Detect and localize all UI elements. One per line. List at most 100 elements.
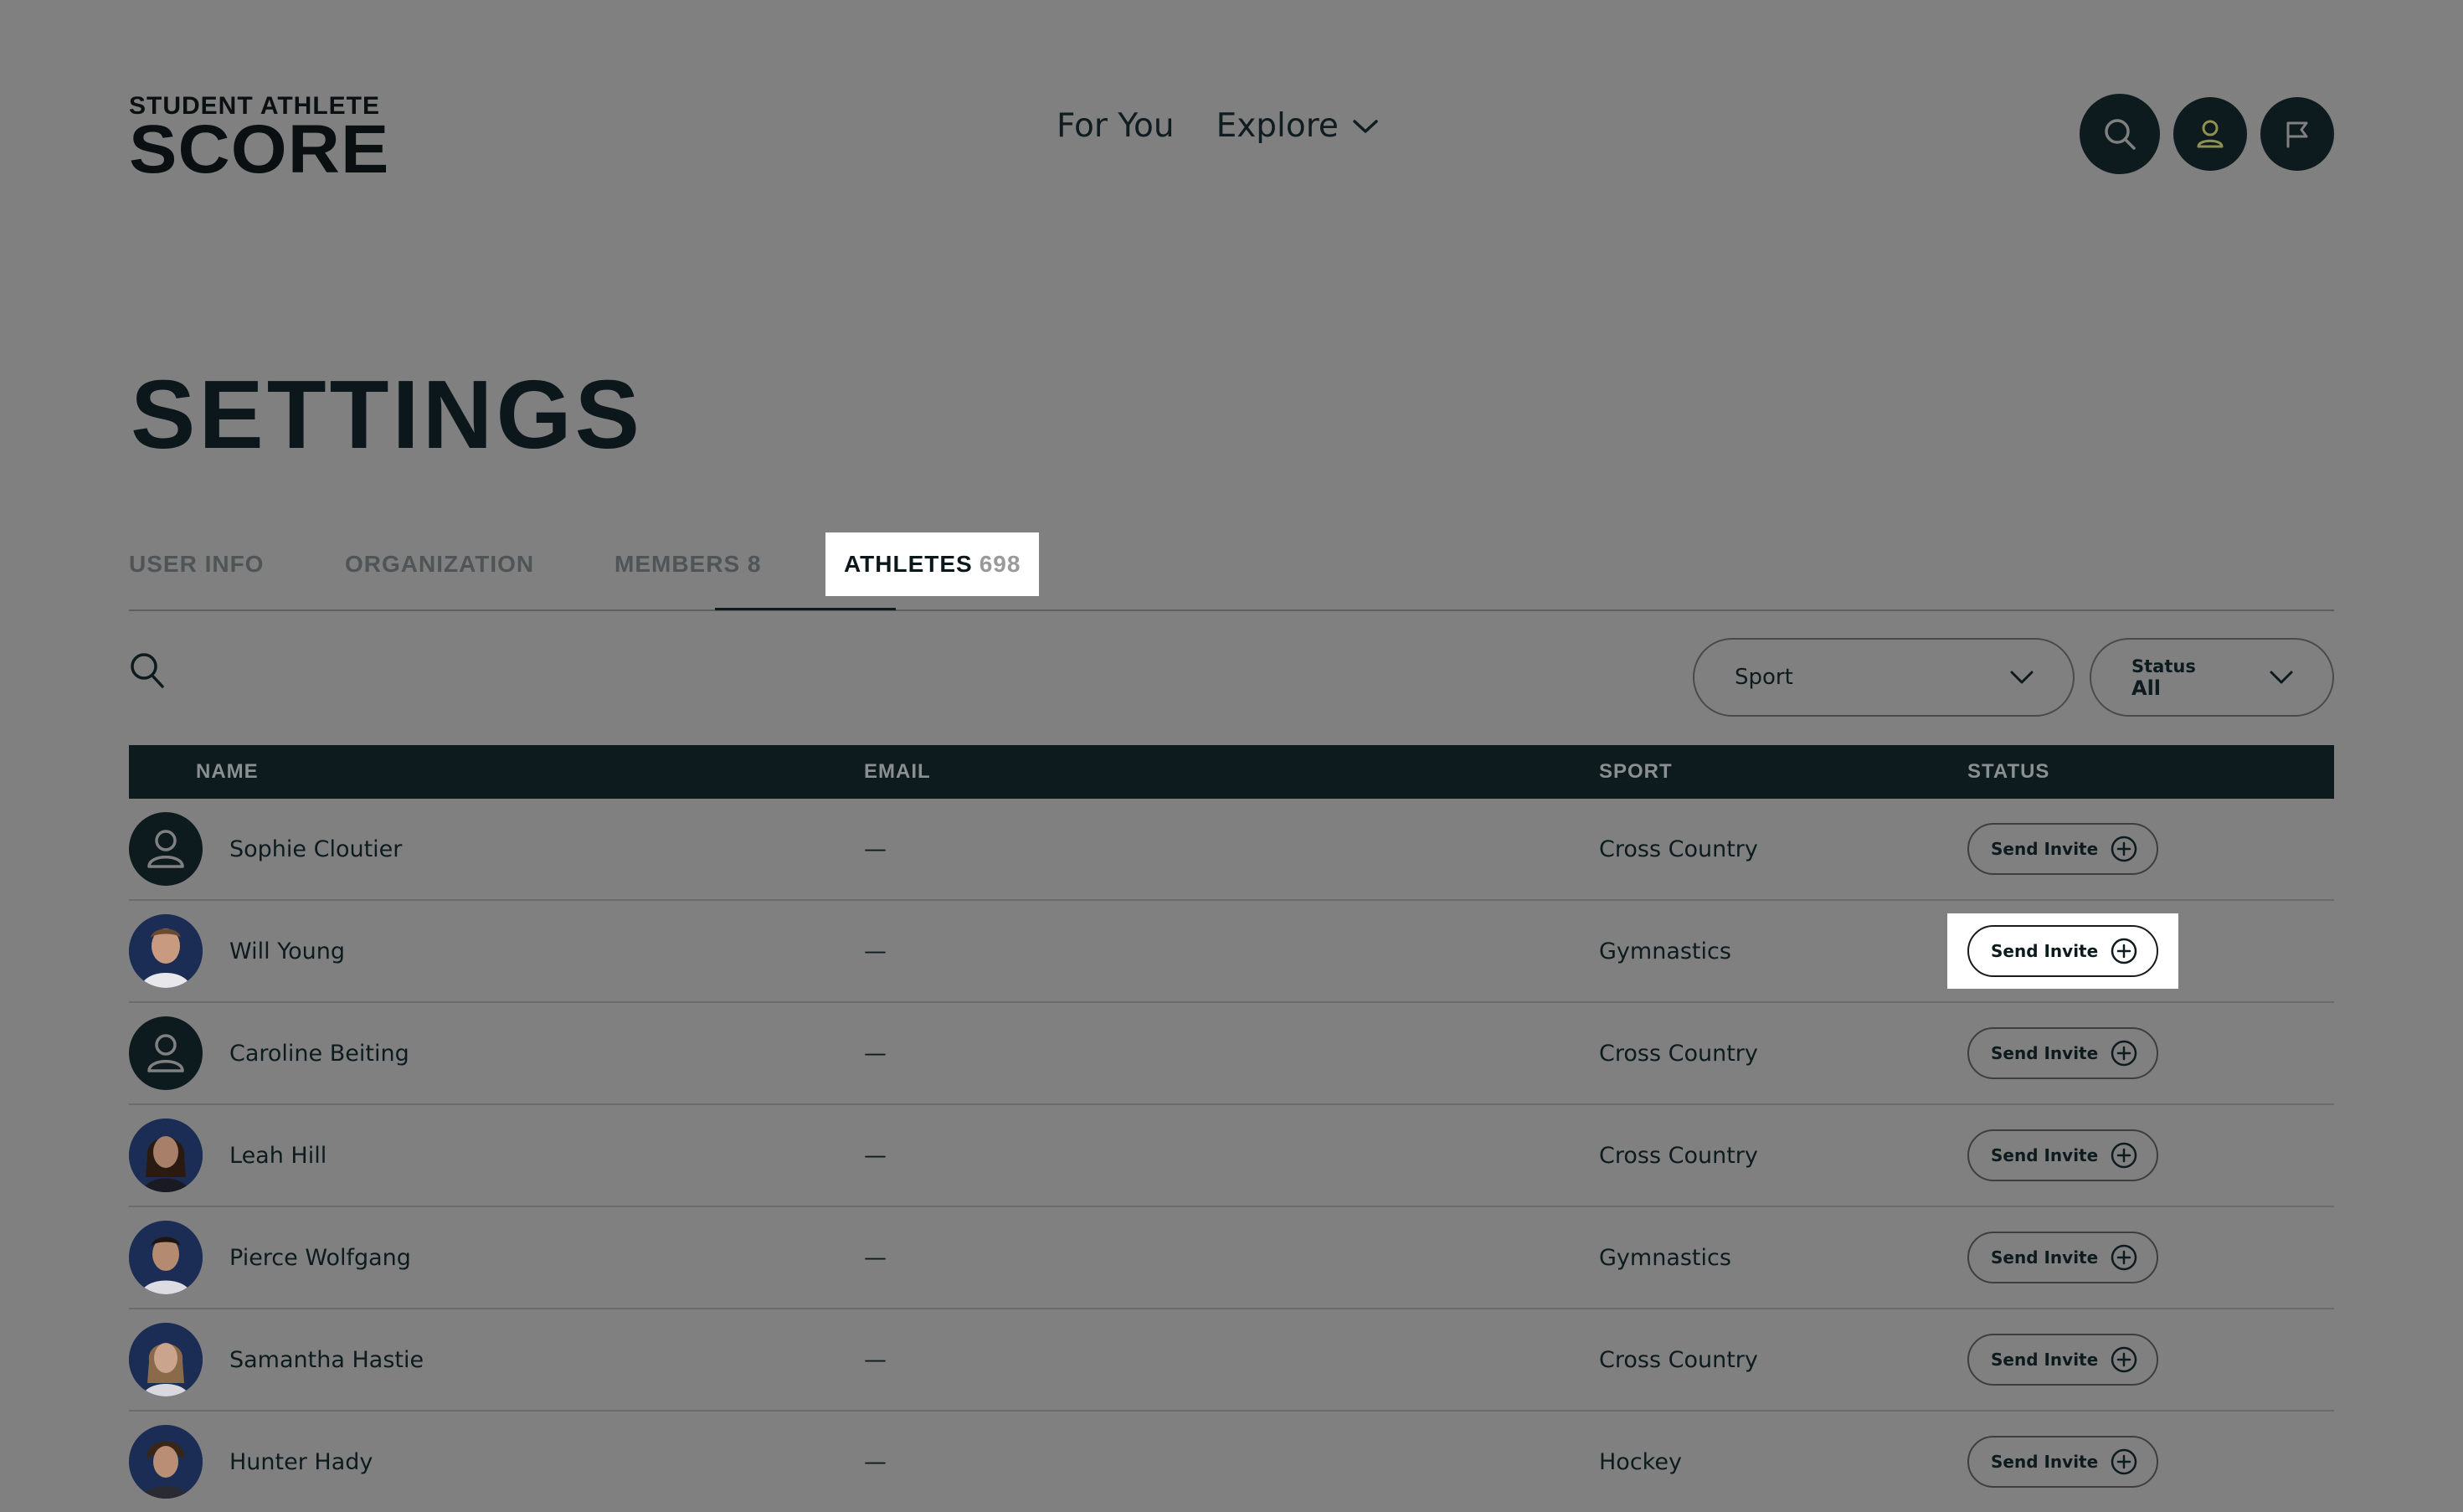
table-row[interactable]: Caroline Beiting — Cross Country Send In… [129, 1003, 2334, 1105]
athlete-name: Pierce Wolfgang [229, 1244, 411, 1271]
highlighted-action: Send Invite [1947, 913, 2179, 989]
tab-athletes[interactable]: ATHLETES 698 [825, 532, 1040, 596]
athlete-sport: Gymnastics [1599, 1244, 1731, 1271]
send-invite-button[interactable]: Send Invite [1967, 1232, 2159, 1283]
athlete-photo [129, 1119, 203, 1192]
table-row[interactable]: Hunter Hady — Hockey Send Invite [129, 1412, 2334, 1512]
flag-icon [2286, 121, 2308, 148]
athlete-email: — [864, 1244, 887, 1271]
logo-line-2: SCORE [129, 111, 390, 188]
filter-bar: Sport Status All [129, 638, 2334, 718]
avatar [129, 914, 203, 988]
plus-circle-icon [2111, 1040, 2137, 1067]
avatar [129, 1119, 203, 1192]
athlete-email: — [864, 938, 887, 964]
status-filter-label: Status [2131, 656, 2196, 676]
user-icon [147, 830, 184, 868]
athlete-sport: Cross Country [1599, 836, 1758, 862]
avatar [129, 1221, 203, 1294]
plus-circle-icon [2111, 1142, 2137, 1169]
athlete-status: Send Invite [1967, 1003, 2159, 1103]
tab-members[interactable]: MEMBERS 8 [614, 532, 761, 596]
table-row[interactable]: Leah Hill — Cross Country Send Invite [129, 1105, 2334, 1207]
active-tab-indicator [715, 608, 896, 610]
athlete-name: Will Young [229, 938, 345, 964]
plus-circle-icon [2111, 1346, 2137, 1373]
send-invite-button[interactable]: Send Invite [1967, 925, 2159, 977]
chevron-down-icon [2010, 671, 2034, 684]
send-invite-label: Send Invite [1991, 1350, 2099, 1370]
tab-organization[interactable]: ORGANIZATION [345, 532, 534, 596]
tab-athletes-count: 698 [979, 551, 1021, 577]
column-header-name[interactable]: NAME [196, 745, 259, 799]
athletes-table-body: Sophie Cloutier — Cross Country Send Inv… [129, 799, 2334, 1512]
athlete-email: — [864, 1040, 887, 1067]
column-header-status[interactable]: STATUS [1967, 745, 2049, 799]
table-row[interactable]: Sophie Cloutier — Cross Country Send Inv… [129, 799, 2334, 901]
settings-tabs: USER INFO ORGANIZATION MEMBERS 8 ATHLETE… [129, 532, 2334, 611]
avatar [129, 1425, 203, 1499]
search-icon [131, 653, 164, 688]
send-invite-button[interactable]: Send Invite [1967, 823, 2159, 875]
athlete-photo [129, 1221, 203, 1294]
plus-circle-icon [2111, 1244, 2137, 1271]
athlete-sport: Cross Country [1599, 1346, 1758, 1373]
send-invite-label: Send Invite [1991, 941, 2099, 961]
send-invite-button[interactable]: Send Invite [1967, 1334, 2159, 1386]
athlete-sport: Cross Country [1599, 1142, 1758, 1169]
page-title: SETTINGS [131, 360, 644, 469]
table-row[interactable]: Samantha Hastie — Cross Country Send Inv… [129, 1309, 2334, 1412]
athletes-table-header: NAME EMAIL SPORT STATUS [129, 745, 2334, 799]
column-header-email[interactable]: EMAIL [864, 745, 931, 799]
search-button[interactable] [2080, 94, 2160, 174]
nav-explore-label: Explore [1216, 107, 1339, 145]
nav-for-you[interactable]: For You [1057, 107, 1175, 145]
athlete-status: Send Invite [1967, 1207, 2159, 1308]
athlete-email: — [864, 1448, 887, 1475]
athlete-email: — [864, 836, 887, 862]
user-icon [2197, 120, 2224, 148]
athlete-name: Hunter Hady [229, 1448, 373, 1475]
send-invite-label: Send Invite [1991, 1247, 2099, 1268]
profile-button[interactable] [2173, 97, 2247, 171]
athlete-photo [129, 1425, 203, 1499]
athlete-sport: Gymnastics [1599, 938, 1731, 964]
tab-user-info[interactable]: USER INFO [129, 532, 264, 596]
nav-explore[interactable]: Explore [1216, 107, 1379, 145]
send-invite-label: Send Invite [1991, 1043, 2099, 1063]
athlete-photo [129, 1323, 203, 1396]
status-filter-dropdown[interactable]: Status All [2090, 638, 2334, 717]
column-header-sport[interactable]: SPORT [1599, 745, 1673, 799]
athlete-name: Leah Hill [229, 1142, 327, 1169]
avatar-placeholder [129, 1016, 203, 1090]
send-invite-button[interactable]: Send Invite [1967, 1436, 2159, 1488]
chevron-down-icon [1353, 119, 1378, 133]
plus-circle-icon [2111, 836, 2137, 862]
athlete-status: Send Invite [1967, 799, 2159, 899]
avatar-placeholder [129, 812, 203, 886]
tab-athletes-label: ATHLETES [844, 551, 973, 577]
user-icon [147, 1034, 184, 1072]
send-invite-button[interactable]: Send Invite [1967, 1027, 2159, 1079]
send-invite-button[interactable]: Send Invite [1967, 1129, 2159, 1181]
send-invite-label: Send Invite [1991, 1452, 2099, 1472]
athlete-sport: Cross Country [1599, 1040, 1758, 1067]
avatar [129, 1323, 203, 1396]
flag-button[interactable] [2260, 97, 2334, 171]
status-filter-text: Status All [2131, 656, 2196, 699]
athlete-name: Sophie Cloutier [229, 836, 403, 862]
athlete-status: Send Invite [1947, 901, 2179, 1001]
search-icon [2105, 119, 2136, 150]
status-filter-value: All [2131, 676, 2162, 700]
sport-filter-label: Sport [1735, 665, 1793, 690]
site-logo[interactable]: STUDENT ATHLETE SCORE [129, 94, 388, 184]
athlete-name: Samantha Hastie [229, 1346, 424, 1373]
athlete-search-button[interactable] [129, 651, 166, 693]
athlete-email: — [864, 1142, 887, 1169]
table-row[interactable]: Will Young — Gymnastics Send Invite [129, 901, 2334, 1003]
athlete-status: Send Invite [1967, 1309, 2159, 1410]
athlete-sport: Hockey [1599, 1448, 1682, 1475]
athlete-status: Send Invite [1967, 1412, 2159, 1512]
table-row[interactable]: Pierce Wolfgang — Gymnastics Send Invite [129, 1207, 2334, 1309]
sport-filter-dropdown[interactable]: Sport [1693, 638, 2075, 717]
